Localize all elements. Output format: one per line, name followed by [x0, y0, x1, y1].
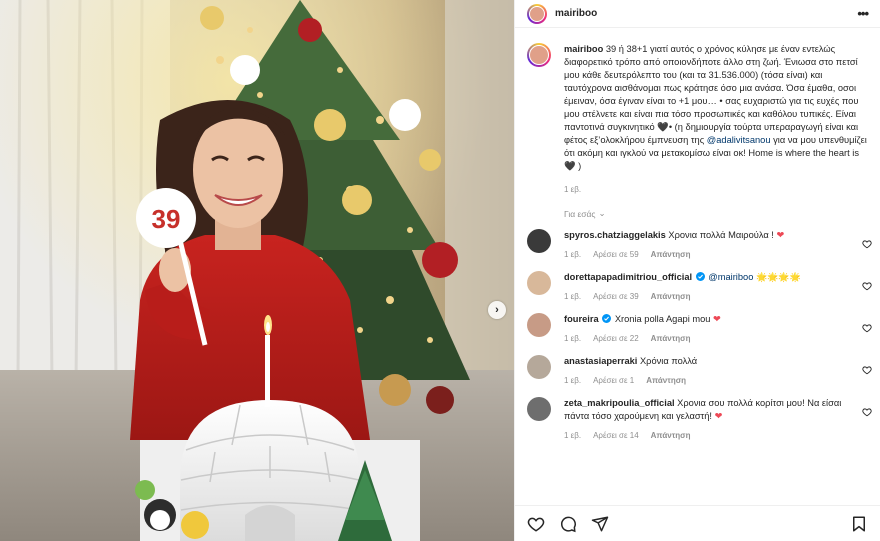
- comment-time: 1 εβ.: [564, 292, 582, 301]
- heart-icon[interactable]: [527, 515, 545, 533]
- caption-text: 39 ή 38+1 γιατί αυτός ο χρόνος κύλησε με…: [564, 44, 859, 145]
- translate-label: Για εσάς: [564, 208, 596, 219]
- comment-time: 1 εβ.: [564, 376, 582, 385]
- share-icon[interactable]: [591, 515, 609, 533]
- comment-username[interactable]: anastasiaperraki: [564, 356, 637, 366]
- comment-time: 1 εβ.: [564, 250, 582, 259]
- comment-reply-button[interactable]: Απάντηση: [646, 374, 686, 387]
- comment-body: spyros.chatziaggelakis Χρονια πολλά Μαιρ…: [564, 229, 868, 261]
- caption-mention[interactable]: @adalivitsanou: [707, 135, 771, 145]
- post-header: mairiboo •••: [515, 0, 880, 28]
- comment-body: anastasiaperraki Χρόνια πολλά 1 εβ. Αρέσει…: [564, 355, 868, 387]
- comment-like-heart-icon[interactable]: [862, 323, 872, 333]
- commenter-avatar[interactable]: [527, 397, 551, 421]
- comment-like-heart-icon[interactable]: [862, 407, 872, 417]
- chevron-right-icon: ›: [495, 304, 499, 316]
- comment-meta: 1 εβ. Αρέσει σε 59 Απάντηση: [564, 248, 846, 261]
- comment-emoji: ❤: [776, 230, 785, 240]
- commenter-avatar[interactable]: [527, 271, 551, 295]
- comment-text: Χρόνια πολλά: [639, 356, 698, 366]
- comment-text: Xronia polla Agapi mou: [614, 314, 711, 324]
- commenter-avatar[interactable]: [527, 313, 551, 337]
- translate-toggle[interactable]: Για εσάς ⌄: [515, 196, 880, 219]
- comment-likes[interactable]: Αρέσει σε 14: [593, 429, 639, 442]
- comment-item: zeta_makripoulia_official Χρονια σου πολ…: [515, 387, 880, 442]
- post-media[interactable]: 39 ›: [0, 0, 514, 541]
- commenter-avatar[interactable]: [527, 355, 551, 379]
- caption-avatar[interactable]: [527, 43, 551, 67]
- comment-likes[interactable]: Αρέσει σε 39: [593, 290, 639, 303]
- more-options-icon[interactable]: •••: [857, 6, 869, 21]
- comments-scroll-area[interactable]: mairiboo 39 ή 38+1 γιατί αυτός ο χρόνος …: [515, 29, 880, 505]
- comment-body: dorettapapadimitriou_official @mairiboo …: [564, 271, 868, 303]
- author-avatar[interactable]: [527, 3, 547, 24]
- comment-emoji: ❤: [713, 314, 721, 324]
- comment-like-heart-icon[interactable]: [862, 365, 872, 375]
- comment-text: @mairiboo: [708, 272, 754, 282]
- comment-emoji: 🌟🌟🌟🌟: [755, 272, 801, 282]
- comment-icon[interactable]: [559, 515, 577, 533]
- comment-username[interactable]: spyros.chatziaggelakis: [564, 230, 666, 240]
- verified-badge-icon: [695, 272, 705, 281]
- caption-time: 1 εβ.: [564, 185, 582, 194]
- comment-meta: 1 εβ. Αρέσει σε 14 Απάντηση: [564, 429, 846, 442]
- comment-emoji: ❤: [714, 411, 723, 421]
- comment-reply-button[interactable]: Απάντηση: [651, 332, 691, 345]
- chevron-down-icon: ⌄: [598, 208, 606, 218]
- comment-username[interactable]: foureira: [564, 314, 599, 324]
- comment-likes[interactable]: Αρέσει σε 1: [593, 374, 634, 387]
- author-username[interactable]: mairiboo: [555, 8, 597, 19]
- caption-body: mairiboo 39 ή 38+1 γιατί αυτός ο χρόνος …: [564, 43, 868, 196]
- comments-list: spyros.chatziaggelakis Χρονια πολλά Μαιρ…: [515, 219, 880, 442]
- comment-meta: 1 εβ. Αρέσει σε 39 Απάντηση: [564, 290, 846, 303]
- comment-like-heart-icon[interactable]: [862, 281, 872, 291]
- comment-item: anastasiaperraki Χρόνια πολλά 1 εβ. Αρέσει…: [515, 345, 880, 387]
- verified-badge-icon: [602, 314, 612, 323]
- commenter-avatar[interactable]: [527, 229, 551, 253]
- comment-body: foureira Xronia polla Agapi mou ❤ 1 εβ. Αρ…: [564, 313, 868, 345]
- comment-meta: 1 εβ. Αρέσει σε 1 Απάντηση: [564, 374, 846, 387]
- comment-reply-button[interactable]: Απάντηση: [651, 248, 691, 261]
- comment-likes[interactable]: Αρέσει σε 22: [593, 332, 639, 345]
- cake-topper-number: 39: [152, 204, 181, 234]
- comment-time: 1 εβ.: [564, 431, 582, 440]
- comment-likes[interactable]: Αρέσει σε 59: [593, 248, 639, 261]
- comment-reply-button[interactable]: Απάντηση: [651, 429, 691, 442]
- comment-item: spyros.chatziaggelakis Χρονια πολλά Μαιρ…: [515, 219, 880, 261]
- post-caption: mairiboo 39 ή 38+1 γιατί αυτός ο χρόνος …: [515, 29, 880, 196]
- post-actions-bar: [515, 505, 880, 541]
- comment-meta: 1 εβ. Αρέσει σε 22 Απάντηση: [564, 332, 846, 345]
- comment-time: 1 εβ.: [564, 334, 582, 343]
- comment-username[interactable]: zeta_makripoulia_official: [564, 398, 675, 408]
- post-photo: 39: [0, 0, 514, 541]
- comment-item: foureira Xronia polla Agapi mou ❤ 1 εβ. Αρ…: [515, 303, 880, 345]
- post-side-panel: mairiboo ••• mairiboo 39 ή 38+1 γιατί αυ…: [514, 0, 880, 541]
- comment-username[interactable]: dorettapapadimitriou_official: [564, 272, 692, 282]
- caption-username[interactable]: mairiboo: [564, 44, 603, 54]
- comment-like-heart-icon[interactable]: [862, 239, 872, 249]
- carousel-next-button[interactable]: ›: [488, 301, 506, 319]
- comment-item: dorettapapadimitriou_official @mairiboo …: [515, 261, 880, 303]
- post-modal: 39 › mairiboo ••• mairiboo 39 ή 38+1 για…: [0, 0, 880, 541]
- comment-body: zeta_makripoulia_official Χρονια σου πολ…: [564, 397, 868, 442]
- bookmark-icon[interactable]: [850, 515, 868, 533]
- comment-text: Χρονια πολλά Μαιρούλα !: [668, 230, 774, 240]
- comment-reply-button[interactable]: Απάντηση: [651, 290, 691, 303]
